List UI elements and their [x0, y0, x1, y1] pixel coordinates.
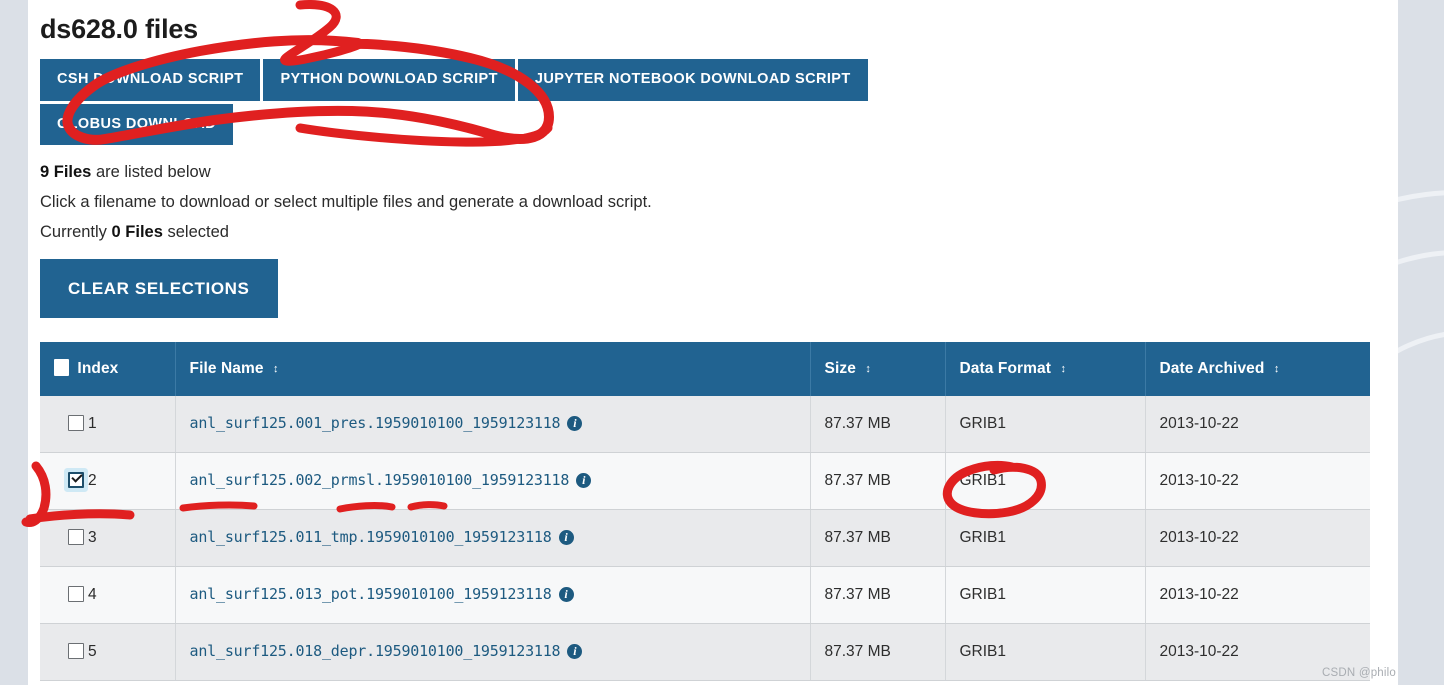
sort-arrows-icon[interactable]: ↕ [1274, 363, 1280, 375]
clear-selections-button[interactable]: CLEAR SELECTIONS [40, 259, 278, 318]
cell-size: 87.37 MB [810, 623, 946, 681]
column-header-date-archived[interactable]: Date Archived ↕ [1145, 342, 1370, 396]
column-header-size-label: Size [824, 359, 856, 377]
cell-size: 87.37 MB [810, 452, 946, 510]
sort-arrows-icon[interactable]: ↕ [1060, 363, 1066, 375]
cell-date-archived: 2013-10-22 [1145, 452, 1370, 510]
cell-data-format: GRIB1 [945, 623, 1146, 681]
sort-arrows-icon[interactable]: ↕ [865, 363, 871, 375]
column-header-index[interactable]: Index [40, 342, 176, 396]
row-index-label: 2 [88, 471, 97, 489]
download-script-button-row: CSH DOWNLOAD SCRIPT PYTHON DOWNLOAD SCRI… [28, 45, 928, 145]
sort-arrows-icon[interactable]: ↕ [273, 363, 279, 375]
row-select-checkbox[interactable] [68, 642, 84, 659]
file-name-link[interactable]: anl_surf125.002_prmsl.1959010100_1959123… [190, 471, 570, 489]
column-header-size[interactable]: Size ↕ [810, 342, 946, 396]
info-icon[interactable]: i [558, 587, 574, 602]
cell-index: 2 [40, 452, 176, 510]
row-select-checkbox[interactable] [68, 585, 84, 602]
cell-date-archived: 2013-10-22 [1145, 566, 1370, 624]
selected-prefix: Currently [40, 223, 112, 241]
cell-date-archived: 2013-10-22 [1145, 396, 1370, 453]
selected-count-value: 0 Files [111, 223, 163, 241]
row-select-checkbox[interactable] [68, 471, 84, 488]
cell-size: 87.37 MB [810, 396, 946, 453]
file-name-link[interactable]: anl_surf125.001_pres.1959010100_19591231… [190, 414, 561, 432]
cell-date-archived: 2013-10-22 [1145, 509, 1370, 567]
cell-index: 5 [40, 623, 176, 681]
row-index-label: 4 [88, 585, 97, 603]
csdn-watermark: CSDN @philo [1322, 667, 1396, 679]
row-index-label: 3 [88, 528, 97, 546]
cell-index: 3 [40, 509, 176, 567]
python-download-script-button[interactable]: PYTHON DOWNLOAD SCRIPT [263, 59, 515, 101]
row-select-checkbox[interactable] [68, 414, 84, 431]
info-icon[interactable]: i [567, 416, 583, 431]
selected-count-line: Currently 0 Files selected [40, 217, 1398, 247]
cell-data-format: GRIB1 [945, 566, 1146, 624]
cell-file-name: anl_surf125.002_prmsl.1959010100_1959123… [175, 452, 811, 510]
cell-file-name: anl_surf125.011_tmp.1959010100_195912311… [175, 509, 811, 567]
csh-download-script-button[interactable]: CSH DOWNLOAD SCRIPT [40, 59, 261, 101]
table-body: 1 anl_surf125.001_pres.1959010100_1959123… [40, 396, 1370, 681]
column-header-data-format-label: Data Format [959, 359, 1052, 377]
column-header-file-name[interactable]: File Name ↕ [175, 342, 811, 396]
file-table-container: Index File Name ↕ Size ↕ Data Format ↕ D… [28, 318, 1386, 681]
file-count-value: 9 Files [40, 163, 92, 181]
file-count-suffix: are listed below [91, 163, 211, 181]
table-row: 4 anl_surf125.013_pot.1959010100_19591231… [40, 566, 1370, 624]
jupyter-notebook-download-script-button[interactable]: JUPYTER NOTEBOOK DOWNLOAD SCRIPT [517, 59, 868, 101]
table-head: Index File Name ↕ Size ↕ Data Format ↕ D… [40, 342, 1370, 396]
cell-size: 87.37 MB [810, 566, 946, 624]
column-header-file-name-label: File Name [189, 359, 264, 377]
info-icon[interactable]: i [576, 473, 592, 488]
right-page-gutter [1398, 0, 1444, 685]
screenshot-root: ds628.0 files CSH DOWNLOAD SCRIPT PYTHON… [0, 0, 1444, 685]
cell-data-format: GRIB1 [945, 509, 1146, 567]
globus-download-button[interactable]: GLOBUS DOWNLOAD [40, 103, 234, 145]
main-content: ds628.0 files CSH DOWNLOAD SCRIPT PYTHON… [28, 0, 1398, 685]
file-name-link[interactable]: anl_surf125.018_depr.1959010100_19591231… [190, 642, 561, 660]
file-count-line: 9 Files are listed below [40, 157, 1398, 187]
file-name-link[interactable]: anl_surf125.011_tmp.1959010100_195912311… [190, 528, 552, 546]
table-row: 5 anl_surf125.018_depr.1959010100_1959123… [40, 623, 1370, 681]
info-icon[interactable]: i [558, 530, 574, 545]
cell-file-name: anl_surf125.001_pres.1959010100_19591231… [175, 396, 811, 453]
select-all-checkbox[interactable] [54, 359, 69, 376]
listing-info-block: 9 Files are listed below Click a filenam… [28, 145, 1398, 247]
column-header-date-archived-label: Date Archived [1159, 359, 1265, 377]
row-index-label: 5 [88, 642, 97, 660]
cell-file-name: anl_surf125.018_depr.1959010100_19591231… [175, 623, 811, 681]
column-header-index-label: Index [77, 360, 119, 377]
decorative-arc [1398, 190, 1444, 685]
selected-suffix: selected [162, 223, 229, 241]
row-index-label: 1 [88, 414, 97, 432]
instruction-line: Click a filename to download or select m… [40, 193, 652, 211]
cell-index: 4 [40, 566, 176, 624]
cell-index: 1 [40, 396, 176, 453]
table-row: 3 anl_surf125.011_tmp.1959010100_19591231… [40, 509, 1370, 567]
page-title: ds628.0 files [40, 14, 199, 44]
left-page-gutter [0, 0, 28, 685]
info-icon[interactable]: i [567, 644, 583, 659]
table-row: 1 anl_surf125.001_pres.1959010100_1959123… [40, 396, 1370, 453]
column-header-data-format[interactable]: Data Format ↕ [945, 342, 1146, 396]
file-name-link[interactable]: anl_surf125.013_pot.1959010100_195912311… [190, 585, 552, 603]
table-row: 2 anl_surf125.002_prmsl.1959010100_195912… [40, 452, 1370, 510]
file-listing-table: Index File Name ↕ Size ↕ Data Format ↕ D… [40, 342, 1370, 681]
cell-file-name: anl_surf125.013_pot.1959010100_195912311… [175, 566, 811, 624]
cell-size: 87.37 MB [810, 509, 946, 567]
row-select-checkbox[interactable] [68, 528, 84, 545]
table-header-row: Index File Name ↕ Size ↕ Data Format ↕ D… [40, 342, 1370, 396]
cell-data-format: GRIB1 [945, 396, 1146, 453]
cell-data-format: GRIB1 [945, 452, 1146, 510]
